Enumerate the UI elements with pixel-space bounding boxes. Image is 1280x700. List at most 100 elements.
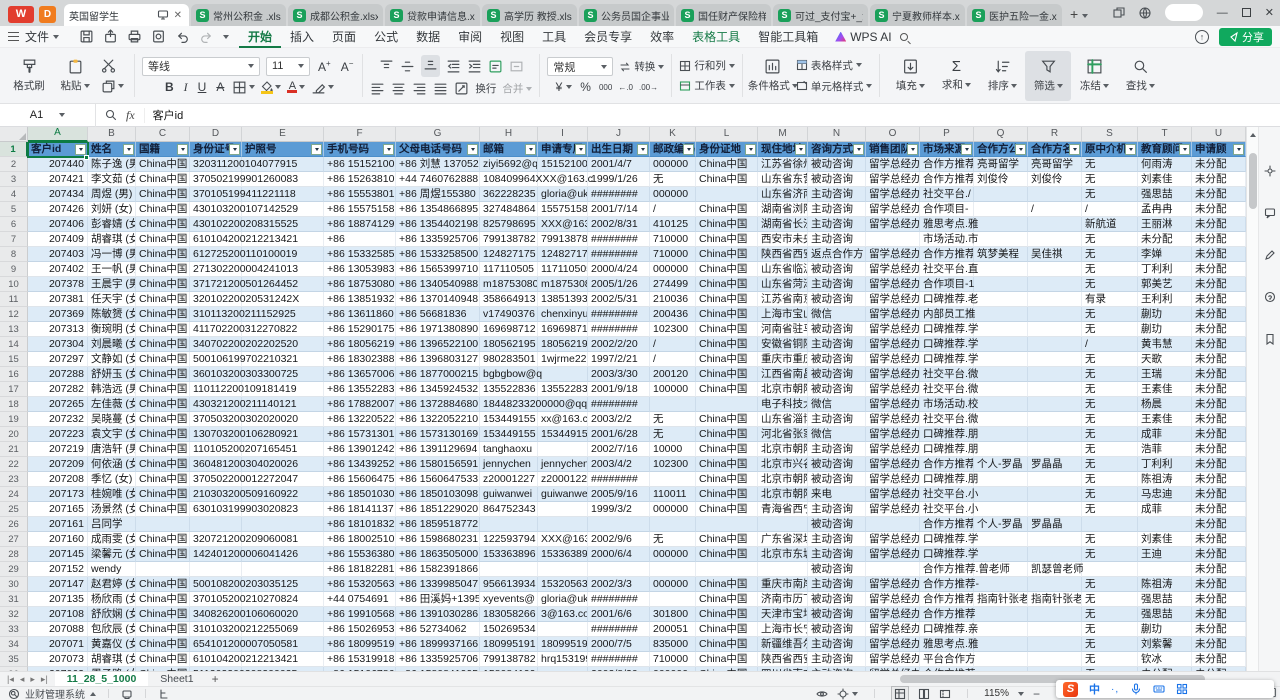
cell[interactable]: 340702200202202520 [190, 337, 242, 352]
tab-list-caret-icon[interactable] [1082, 14, 1088, 18]
cell[interactable]: China中国 [696, 472, 758, 487]
cell[interactable]: 新疆维吾尔 [758, 637, 808, 652]
cell[interactable]: +86 13611860 [324, 307, 396, 322]
cell[interactable] [1028, 637, 1082, 652]
cell[interactable]: 未分配 [1192, 487, 1246, 502]
cell[interactable]: China中国 [136, 322, 190, 337]
cell[interactable]: China中国 [696, 247, 758, 262]
cell[interactable]: 3@163.com [538, 607, 588, 622]
cell[interactable]: 主动咨询 [808, 202, 866, 217]
freeze-button[interactable]: 冻结 [1071, 51, 1117, 101]
cell[interactable]: 主动咨询 [808, 412, 866, 427]
cell[interactable] [1028, 337, 1082, 352]
cell[interactable]: 微信 [808, 427, 866, 442]
cell[interactable]: 102300 [650, 457, 696, 472]
cell[interactable] [974, 607, 1028, 622]
cell[interactable]: 出生日期 [588, 142, 650, 157]
cell[interactable]: 上海市长宁 [758, 622, 808, 637]
file-tab[interactable]: S医护五险一金.xlsx [967, 4, 1062, 26]
cell[interactable]: m18753080 [480, 277, 538, 292]
cell[interactable] [1138, 517, 1192, 532]
cell[interactable]: ######## [588, 622, 650, 637]
cell[interactable]: 799138782 [480, 232, 538, 247]
row-number[interactable]: 9 [0, 262, 28, 277]
cell[interactable]: 陈敏赟 (女 [88, 307, 136, 322]
cell[interactable]: 2002/7/16 [588, 442, 650, 457]
globe-icon[interactable] [1139, 7, 1151, 19]
cell[interactable]: +86 18101832 [324, 517, 396, 532]
cell[interactable]: 未分配 [1192, 502, 1246, 517]
cell[interactable]: 被动咨询 [808, 262, 866, 277]
cell[interactable] [1028, 307, 1082, 322]
cell[interactable]: 110112200109181419 [190, 382, 242, 397]
cell[interactable]: +86 1580156591 [396, 457, 480, 472]
row-number[interactable]: 35 [0, 652, 28, 667]
export-icon[interactable] [103, 29, 118, 44]
cell[interactable]: 邮箱 [480, 142, 538, 157]
cell[interactable]: v17490376 [480, 307, 538, 322]
cell[interactable]: 799138782 [538, 232, 588, 247]
cell[interactable] [538, 442, 588, 457]
increase-font-button[interactable]: A+ [316, 59, 333, 74]
cell[interactable] [974, 322, 1028, 337]
justify-icon[interactable] [433, 81, 448, 96]
cell[interactable]: 口碑推荐.亲 [920, 622, 974, 637]
cell[interactable] [1028, 292, 1082, 307]
cell[interactable]: 申请顾 [1192, 142, 1246, 157]
ime-language-toggle[interactable]: 中 [1089, 681, 1100, 697]
cell[interactable]: 710000 [650, 652, 696, 667]
cell[interactable]: 身份证地 [696, 142, 758, 157]
eye-protect-icon[interactable] [816, 688, 828, 700]
row-number[interactable]: 28 [0, 547, 28, 562]
undo-caret-icon[interactable] [223, 35, 229, 39]
search-icon[interactable] [900, 33, 908, 41]
select-all-corner[interactable] [0, 127, 28, 142]
cell[interactable]: 未分配 [1192, 562, 1246, 577]
system-name[interactable]: 业财管理系统 [25, 686, 85, 700]
cell[interactable]: 桂婉唯 (女 [88, 487, 136, 502]
column-header-J[interactable]: J [588, 127, 650, 142]
cell[interactable]: 合作方公 [974, 142, 1028, 157]
column-header-B[interactable]: B [88, 127, 136, 142]
row-number[interactable]: 13 [0, 322, 28, 337]
cell[interactable]: 无 [1082, 277, 1138, 292]
cell[interactable]: China中国 [136, 187, 190, 202]
cell[interactable]: +86 15152100 [324, 157, 396, 172]
font-color-button[interactable]: A [287, 81, 305, 93]
cell[interactable]: 合作方推荐- [920, 577, 974, 592]
cell[interactable] [974, 352, 1028, 367]
cell[interactable] [974, 442, 1028, 457]
cell[interactable]: 340826200106060020 [190, 607, 242, 622]
cell[interactable]: 710000 [650, 247, 696, 262]
cell[interactable]: 无 [1082, 502, 1138, 517]
cell[interactable]: 430321200211140121 [190, 397, 242, 412]
cell[interactable]: 未分配 [1192, 607, 1246, 622]
cell[interactable]: +86 15553801 [324, 187, 396, 202]
cell[interactable]: 李文茹 (女 [88, 172, 136, 187]
cell[interactable]: 山东省菏泽 [758, 277, 808, 292]
cell[interactable]: China中国 [696, 202, 758, 217]
row-number[interactable]: 3 [0, 172, 28, 187]
cell[interactable]: 117110505 [538, 262, 588, 277]
cell[interactable]: 155751588 [538, 202, 588, 217]
cell[interactable]: 强思喆 [1138, 187, 1192, 202]
cell[interactable] [1028, 262, 1082, 277]
cell[interactable]: 天津市宝坻 [758, 607, 808, 622]
cell[interactable]: gloria@uki [538, 187, 588, 202]
cell[interactable]: 无 [1082, 397, 1138, 412]
cell[interactable]: +86 1354402198 [396, 217, 480, 232]
filter-button[interactable] [229, 144, 240, 155]
cell[interactable]: 207165 [28, 502, 88, 517]
cell[interactable]: +86 15731301 [324, 427, 396, 442]
cell[interactable]: 370502200012272047 [190, 472, 242, 487]
column-header-T[interactable]: T [1138, 127, 1192, 142]
cell[interactable]: China中国 [696, 367, 758, 382]
menu-item-公式[interactable]: 公式 [365, 26, 407, 48]
cell[interactable]: China中国 [696, 337, 758, 352]
cell[interactable]: 无 [1082, 262, 1138, 277]
cell[interactable]: 留学总经办 [866, 187, 920, 202]
cell[interactable]: 胡睿琪 (女 [88, 652, 136, 667]
menu-item-视图[interactable]: 视图 [491, 26, 533, 48]
cell[interactable]: +86 13851932 [324, 292, 396, 307]
cell[interactable]: 有录 [1082, 292, 1138, 307]
